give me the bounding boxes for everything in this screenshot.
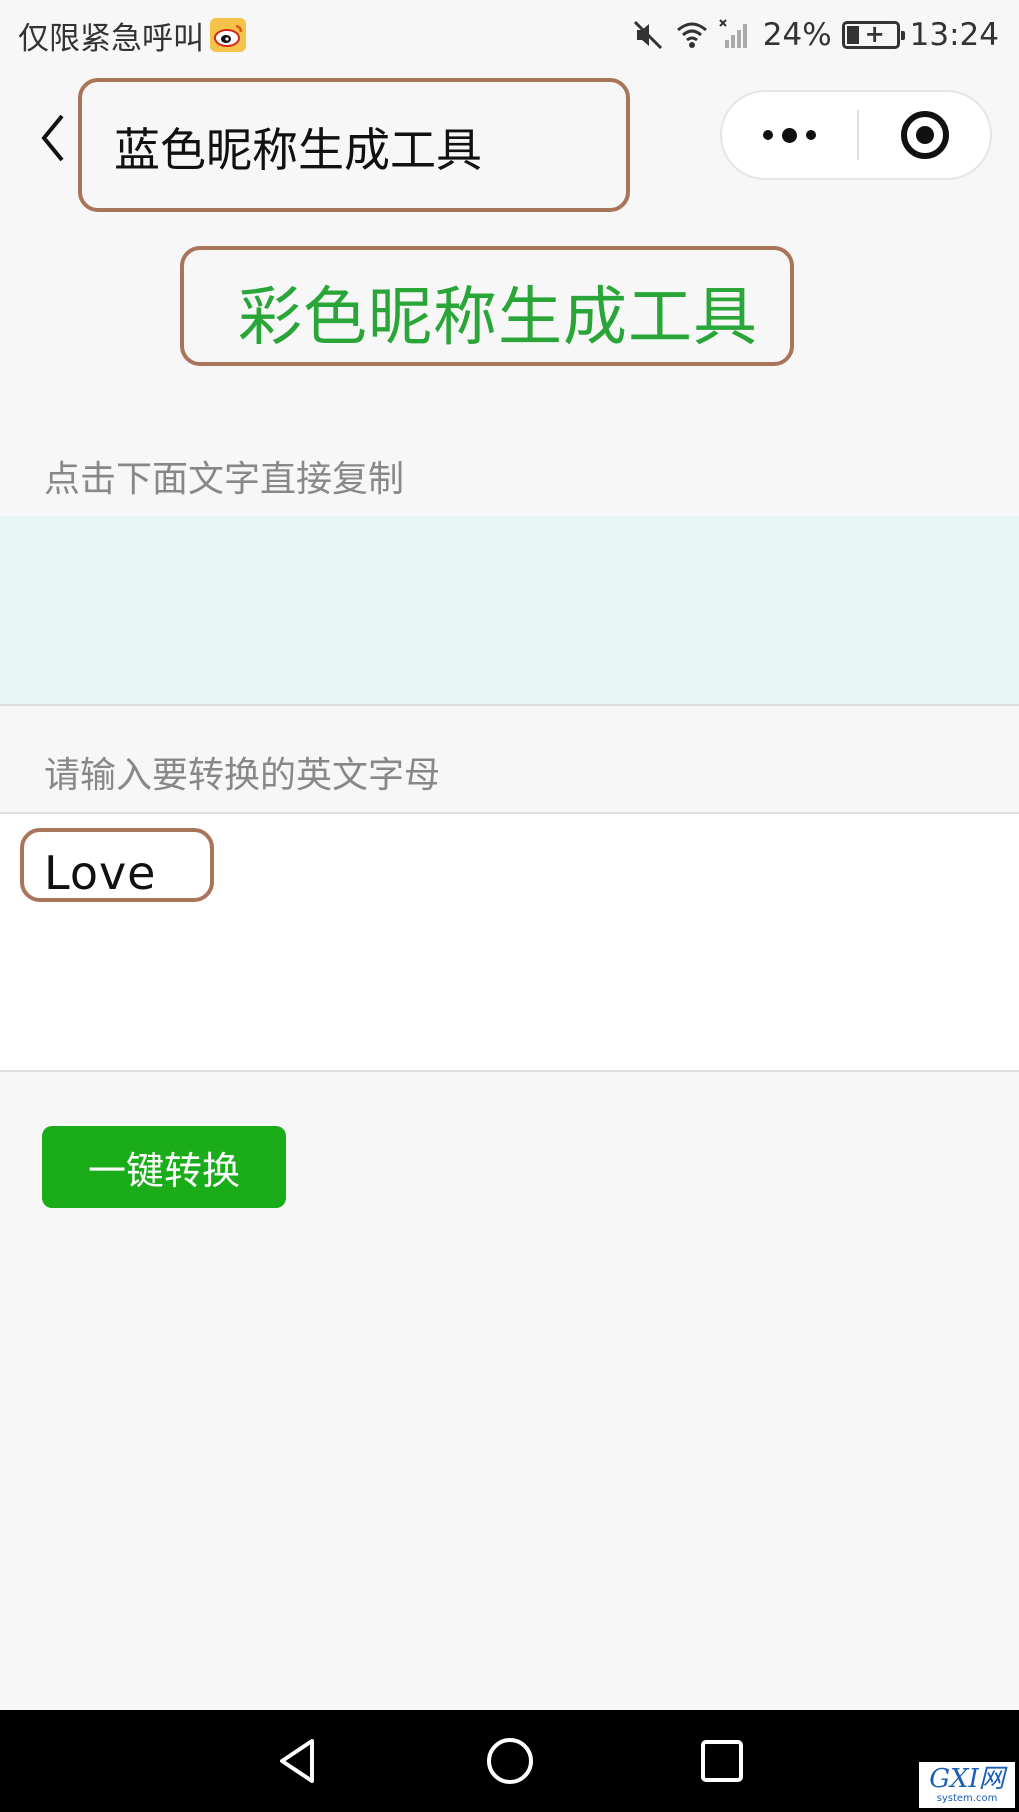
- input-value[interactable]: Love: [44, 846, 157, 900]
- page-title: 蓝色昵称生成工具: [114, 123, 482, 177]
- screen: 仅限紧急呼叫 24% + 13:24 蓝色昵称生成工具 彩色昵称生成工具 点击下…: [0, 0, 1019, 1812]
- weibo-icon: [210, 18, 246, 52]
- watermark-sub: system.com: [936, 1793, 998, 1804]
- clock: 13:24: [909, 17, 999, 53]
- status-left: 仅限紧急呼叫: [18, 13, 246, 58]
- back-icon[interactable]: [32, 108, 80, 168]
- battery-icon: +: [841, 20, 905, 49]
- home-circle-icon[interactable]: [484, 1735, 536, 1787]
- battery-percent: 24%: [762, 17, 832, 53]
- capsule-menu: [720, 90, 992, 180]
- tool-heading: 彩色昵称生成工具: [238, 281, 758, 355]
- mute-icon: [631, 18, 665, 52]
- watermark-logo: GXI网 system.com: [919, 1762, 1015, 1808]
- more-icon[interactable]: [722, 92, 857, 178]
- recents-square-icon[interactable]: [696, 1735, 748, 1787]
- letters-input[interactable]: Love: [0, 812, 1019, 1072]
- back-triangle-icon[interactable]: [272, 1735, 324, 1787]
- signal-icon: [719, 18, 753, 52]
- convert-button[interactable]: 一键转换: [42, 1126, 286, 1208]
- status-bar: 仅限紧急呼叫 24% + 13:24: [0, 0, 1019, 70]
- output-area[interactable]: [0, 516, 1019, 706]
- status-right: 24% + 13:24: [631, 17, 999, 53]
- system-nav-bar: GXI网 system.com: [0, 1710, 1019, 1812]
- watermark-main: GXI网: [929, 1764, 1005, 1794]
- output-hint: 点击下面文字直接复制: [44, 459, 405, 500]
- carrier-text: 仅限紧急呼叫: [18, 20, 204, 57]
- wifi-icon: [675, 18, 709, 52]
- input-hint: 请输入要转换的英文字母: [44, 755, 441, 796]
- close-icon[interactable]: [859, 92, 990, 178]
- nav-bar: 蓝色昵称生成工具: [0, 70, 1019, 212]
